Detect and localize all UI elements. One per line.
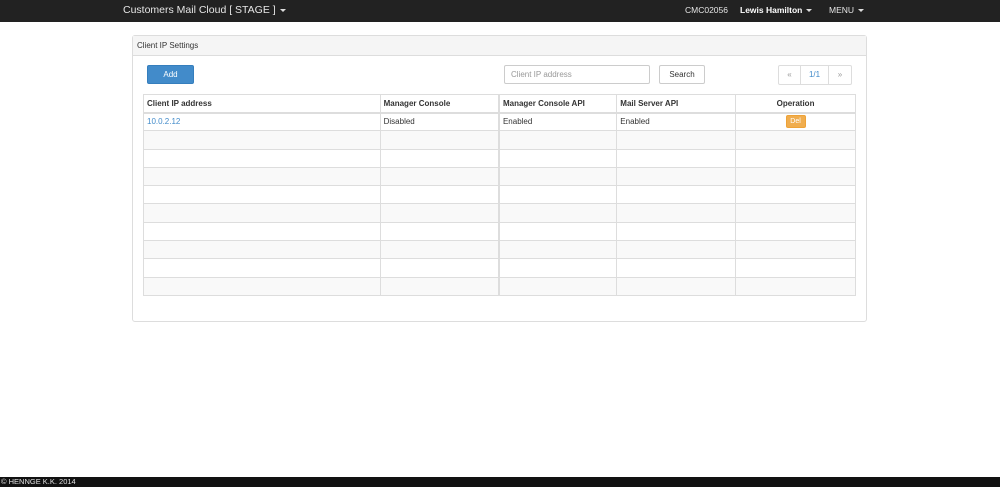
table-row-empty [143, 240, 856, 260]
column-header-client-ip: Client IP address [143, 94, 381, 114]
column-header-manager-console-api: Manager Console API [497, 94, 618, 114]
pagination-prev-button[interactable]: « [778, 65, 801, 85]
table-header-row: Client IP address Manager Console Manage… [143, 94, 856, 114]
search-button[interactable]: Search [659, 65, 705, 84]
panel-title: Client IP Settings [133, 36, 866, 56]
search-input[interactable] [504, 65, 650, 84]
account-code: CMC02056 [685, 5, 728, 15]
table-row-empty [143, 221, 856, 242]
table-row-empty [143, 276, 856, 296]
brand-label: Customers Mail Cloud [ STAGE ] [123, 4, 276, 16]
column-header-operation: Operation [735, 94, 856, 114]
delete-button[interactable]: Del [785, 115, 806, 129]
cell-manager-console: Disabled [379, 111, 500, 132]
table-row-empty [143, 130, 856, 150]
user-name: Lewis Hamilton [740, 5, 803, 15]
table-row-empty [143, 258, 856, 278]
cell-client-ip: 10.0.2.12 [143, 111, 381, 132]
table-row-empty [143, 166, 856, 187]
client-ip-settings-panel: Client IP Settings Add Search « 1/1 » Cl… [132, 35, 867, 322]
column-header-manager-console: Manager Console [379, 94, 500, 114]
client-ip-table: Client IP address Manager Console Manage… [143, 94, 856, 296]
client-ip-link[interactable]: 10.0.2.12 [147, 117, 180, 126]
cell-operation: Del [735, 111, 856, 132]
pagination: « 1/1 » [778, 65, 852, 85]
table-row: 10.0.2.12 Disabled Enabled Enabled Del [143, 111, 856, 132]
pagination-next-button[interactable]: » [829, 65, 852, 85]
brand-dropdown[interactable]: Customers Mail Cloud [ STAGE ] [123, 0, 286, 22]
menu-label: MENU [829, 5, 855, 15]
caret-down-icon [806, 9, 813, 13]
table-row-empty [143, 203, 856, 223]
table-row-empty [143, 185, 856, 205]
cell-manager-console-api: Enabled [497, 111, 618, 132]
caret-down-icon [858, 9, 865, 13]
caret-down-icon [279, 8, 286, 12]
user-dropdown[interactable]: Lewis Hamilton [740, 0, 813, 21]
top-navbar: Customers Mail Cloud [ STAGE ] CMC02056 … [0, 0, 1000, 22]
cell-mail-server-api: Enabled [616, 111, 737, 132]
footer-copyright: © HENNGE K.K. 2014 [0, 477, 1000, 487]
pagination-current-page[interactable]: 1/1 [801, 65, 829, 85]
add-button[interactable]: Add [147, 65, 194, 84]
menu-dropdown[interactable]: MENU [829, 0, 865, 21]
column-header-mail-server-api: Mail Server API [616, 94, 737, 114]
table-row-empty [143, 148, 856, 168]
